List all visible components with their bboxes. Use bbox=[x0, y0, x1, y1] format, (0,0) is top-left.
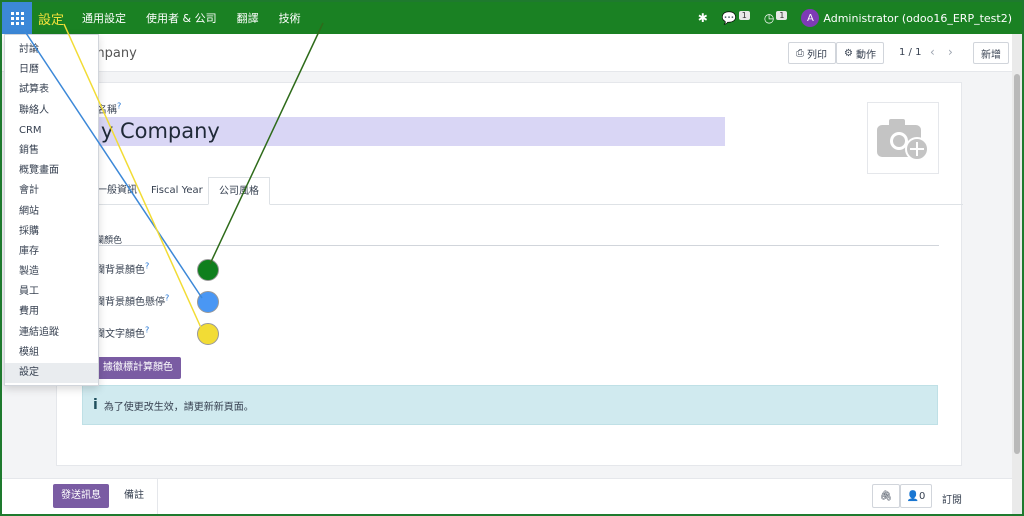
user-icon: 👤 bbox=[906, 490, 920, 502]
color-row-label-bg: 欄背景顏色? bbox=[95, 261, 149, 276]
send-message-button[interactable]: 發送訊息 bbox=[53, 484, 109, 508]
help-tooltip-icon[interactable]: ? bbox=[117, 102, 121, 111]
color-swatch-hover[interactable] bbox=[197, 291, 219, 313]
color-row-text: 欄文字顏色 bbox=[95, 329, 145, 340]
tab-fiscal-year[interactable]: Fiscal Year bbox=[141, 177, 213, 205]
apps-menu-item[interactable]: 模組 bbox=[5, 343, 98, 363]
print-button[interactable]: ⎙ 列印 bbox=[788, 42, 836, 64]
control-panel: mpany ⎙ 列印 ⚙ 動作 1 / 1 ‹ › 新增 bbox=[2, 34, 1012, 72]
color-row-label-hover: 欄背景顏色懸停? bbox=[95, 293, 169, 308]
activities-count-badge: 1 bbox=[776, 11, 788, 20]
compute-colors-button[interactable]: 據徽標計算顏色 bbox=[95, 357, 181, 379]
followers-button[interactable]: 👤 0 bbox=[900, 484, 932, 508]
apps-menu-item[interactable]: 製造 bbox=[5, 262, 98, 282]
printer-icon: ⎙ bbox=[796, 47, 804, 59]
user-name: Administrator (odoo16_ERP_test2) bbox=[823, 11, 1012, 25]
log-note-button[interactable]: 備註 bbox=[118, 484, 150, 508]
apps-menu-item[interactable]: 概覽畫面 bbox=[5, 161, 98, 181]
apps-menu-item[interactable]: 網站 bbox=[5, 202, 98, 222]
action-label: 動作 bbox=[855, 49, 876, 61]
apps-menu-button[interactable] bbox=[2, 2, 32, 34]
color-row-text: 欄背景顏色 bbox=[95, 265, 145, 276]
apps-menu-item[interactable]: 設定 bbox=[5, 363, 98, 384]
company-logo-upload[interactable] bbox=[867, 102, 939, 174]
form-sheet: 名稱? ly Company 一般資訊 Fiscal Year 公司風格 欄顏色… bbox=[56, 82, 963, 466]
gear-icon: ⚙ bbox=[844, 47, 853, 59]
nav-translations[interactable]: 翻譯 bbox=[237, 10, 259, 26]
apps-dropdown: 討論 日曆 試算表 聯絡人 CRM 銷售 概覽畫面 會計 網站 採購 庫存 製造 員工 費用 連結追蹤 模組設… bbox=[4, 34, 99, 386]
clock-icon: ◷ bbox=[763, 11, 775, 25]
info-alert: i 為了使更改生效，請更新新頁面。 bbox=[82, 385, 938, 425]
chat-bubbles-icon: 💬 bbox=[721, 11, 737, 25]
form-tabs: 一般資訊 Fiscal Year 公司風格 bbox=[87, 177, 963, 205]
info-icon: i bbox=[93, 397, 98, 413]
print-label: 列印 bbox=[807, 49, 827, 61]
scrollbar-thumb[interactable] bbox=[1014, 74, 1020, 454]
apps-menu-item[interactable]: 庫存 bbox=[5, 242, 98, 262]
apps-grid-icon bbox=[10, 11, 24, 25]
app-window: 設定 通用設定 使用者 & 公司 翻譯 技術 ✱ 💬 1 ◷ 1 A Adminis… bbox=[2, 2, 1022, 514]
app-brand[interactable]: 設定 bbox=[38, 9, 64, 28]
new-button[interactable]: 新增 bbox=[973, 42, 1009, 64]
help-tooltip-icon[interactable]: ? bbox=[165, 294, 169, 303]
apps-menu-item[interactable]: 採購 bbox=[5, 222, 98, 242]
apps-menu-item[interactable]: 員工 bbox=[5, 282, 98, 302]
apps-menu-item[interactable]: 聯絡人 bbox=[5, 101, 98, 121]
apps-menu-item[interactable]: 日曆 bbox=[5, 60, 98, 80]
chatter-bar: 發送訊息 備註 🖇 👤 0 訂閱 bbox=[2, 478, 1012, 514]
color-swatch-background[interactable] bbox=[197, 259, 219, 281]
apps-menu-item[interactable]: 試算表 bbox=[5, 80, 98, 100]
avatar: A bbox=[801, 9, 820, 27]
apps-menu-item[interactable]: CRM bbox=[5, 121, 98, 141]
company-name-label: 名稱 bbox=[97, 105, 117, 116]
follow-button[interactable]: 訂閱 bbox=[942, 491, 962, 506]
paperclip-icon: 🖇 bbox=[879, 490, 893, 502]
attachment-button[interactable]: 🖇 bbox=[872, 484, 900, 508]
color-row-label-text: 欄文字顏色? bbox=[95, 325, 149, 340]
pager-value[interactable]: 1 / 1 bbox=[899, 47, 921, 58]
user-menu[interactable]: A Administrator (odoo16_ERP_test2) bbox=[801, 9, 1012, 27]
apps-menu-item[interactable]: 連結追蹤 bbox=[5, 323, 98, 343]
apps-menu-item[interactable]: 費用 bbox=[5, 302, 98, 322]
section-divider bbox=[95, 245, 939, 246]
debug-bug-icon[interactable]: ✱ bbox=[698, 11, 708, 25]
pager-next-icon[interactable]: › bbox=[948, 45, 953, 59]
top-navbar: 設定 通用設定 使用者 & 公司 翻譯 技術 ✱ 💬 1 ◷ 1 A Adminis… bbox=[2, 2, 1022, 34]
alert-text: 為了使更改生效，請更新新頁面。 bbox=[103, 401, 254, 413]
pager-previous-icon[interactable]: ‹ bbox=[930, 45, 935, 59]
tab-company-style[interactable]: 公司風格 bbox=[208, 177, 270, 205]
apps-menu-item[interactable]: 討論 bbox=[5, 40, 98, 60]
followers-count: 0 bbox=[919, 490, 926, 502]
apps-menu-item[interactable]: 銷售 bbox=[5, 141, 98, 161]
messaging-menu[interactable]: 💬 1 bbox=[722, 11, 750, 25]
nav-general-settings[interactable]: 通用設定 bbox=[82, 10, 126, 26]
messages-count-badge: 1 bbox=[738, 11, 750, 20]
color-row-text: 欄背景顏色懸停 bbox=[95, 297, 165, 308]
company-name-input[interactable]: ly Company bbox=[95, 117, 725, 146]
camera-plus-icon bbox=[877, 119, 929, 161]
divider bbox=[157, 479, 158, 514]
nav-technical[interactable]: 技術 bbox=[279, 10, 301, 26]
scrollbar[interactable] bbox=[1012, 34, 1022, 514]
apps-menu-item[interactable]: 會計 bbox=[5, 181, 98, 201]
help-tooltip-icon[interactable]: ? bbox=[145, 262, 149, 271]
action-button[interactable]: ⚙ 動作 bbox=[836, 42, 884, 64]
nav-users-companies[interactable]: 使用者 & 公司 bbox=[146, 10, 217, 26]
help-tooltip-icon[interactable]: ? bbox=[145, 326, 149, 335]
color-swatch-text[interactable] bbox=[197, 323, 219, 345]
activity-menu[interactable]: ◷ 1 bbox=[764, 11, 788, 25]
company-name-label-wrap: 名稱? bbox=[97, 101, 121, 116]
